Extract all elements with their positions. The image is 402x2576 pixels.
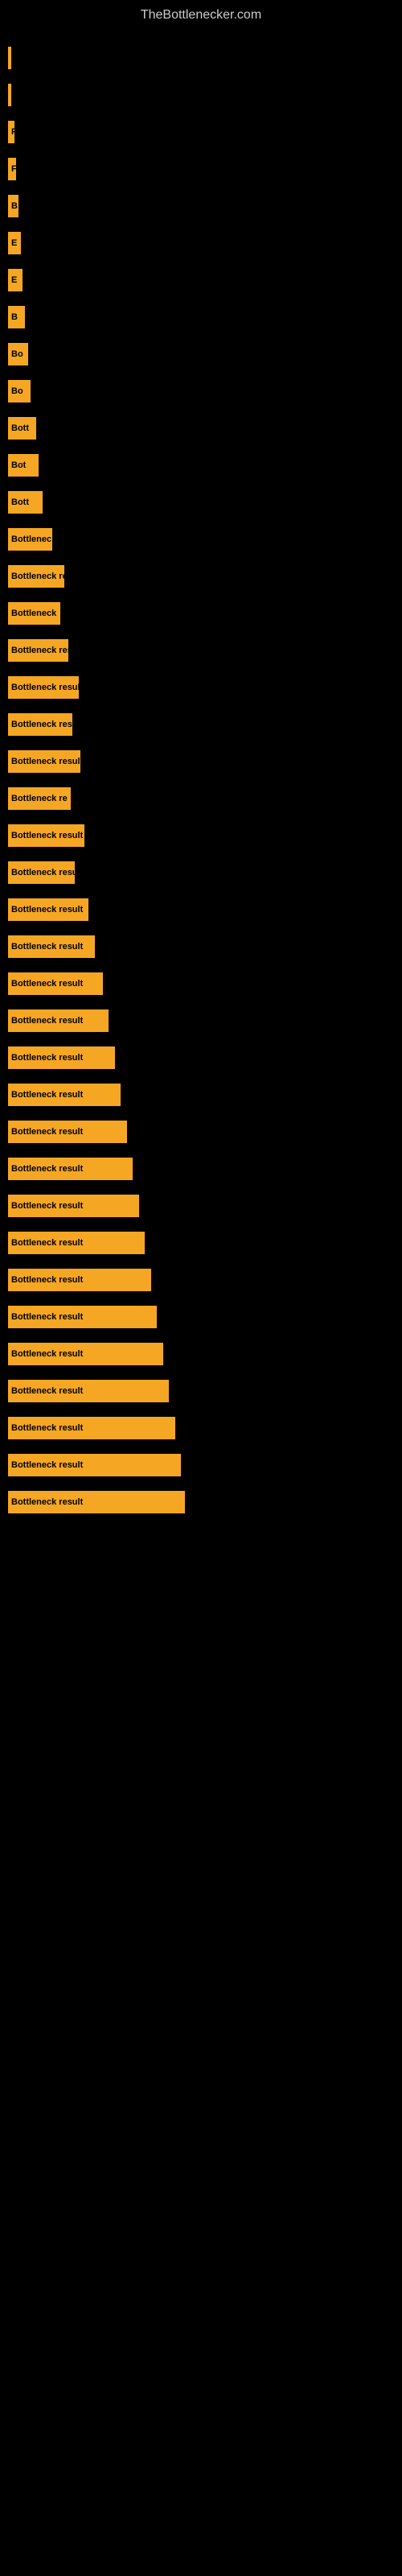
bar-row: Bottleneck	[8, 598, 394, 629]
bar-item: Bottleneck result	[8, 1121, 127, 1143]
bar-item: Bo	[8, 380, 31, 402]
bar-item: Bottleneck result	[8, 1084, 121, 1106]
bar-item: Bottleneck result	[8, 1306, 157, 1328]
bar-row: Bott	[8, 413, 394, 444]
bars-container: FFBEEBBoBoBottBotBottBottlenecBottleneck…	[0, 35, 402, 1532]
bar-row: Bottleneck res	[8, 561, 394, 592]
bar-row: Bottleneck resu	[8, 857, 394, 888]
bar-row: Bottleneck result	[8, 1339, 394, 1369]
bar-item: Bottleneck result	[8, 898, 88, 921]
bar-item: Bottleneck result	[8, 935, 95, 958]
bar-item: Bottleneck result	[8, 1046, 115, 1069]
bar-item	[8, 84, 11, 106]
bar-row: B	[8, 191, 394, 221]
bar-row: Bo	[8, 376, 394, 407]
bar-row: Bottleneck result	[8, 1154, 394, 1184]
bar-row	[8, 80, 394, 110]
bar-row: E	[8, 228, 394, 258]
bar-item: Bottleneck result	[8, 1158, 133, 1180]
bar-item: Bottleneck result	[8, 750, 80, 773]
bar-item: Bottleneck result	[8, 1417, 175, 1439]
bar-row: F	[8, 117, 394, 147]
bar-item: Bottleneck	[8, 602, 60, 625]
bar-row: Bottleneck result	[8, 1042, 394, 1073]
bar-row: Bottleneck result	[8, 1117, 394, 1147]
bar-row	[8, 43, 394, 73]
bar-row: Bottleneck result	[8, 1302, 394, 1332]
bar-item: E	[8, 269, 23, 291]
bar-row: Bottleneck result	[8, 1265, 394, 1295]
bar-item: Bott	[8, 491, 43, 514]
bar-item: E	[8, 232, 21, 254]
bar-item	[8, 47, 11, 69]
bar-row: Bottleneck resu	[8, 709, 394, 740]
bar-row: Bottleneck result	[8, 1413, 394, 1443]
bar-item: Bottleneck result	[8, 1343, 163, 1365]
bar-row: Bottlenec	[8, 524, 394, 555]
bar-item: Bottleneck result	[8, 824, 84, 847]
bar-item: Bottleneck result	[8, 1491, 185, 1513]
bar-item: Bo	[8, 343, 28, 365]
bar-item: Bottleneck result	[8, 1232, 145, 1254]
bar-row: Bottleneck result	[8, 746, 394, 777]
bar-row: F	[8, 154, 394, 184]
page-title: TheBottlenecker.com	[0, 0, 402, 35]
bar-item: Bottleneck res	[8, 565, 64, 588]
bar-row: Bott	[8, 487, 394, 518]
bar-row: B	[8, 302, 394, 332]
bar-row: Bottleneck result	[8, 1080, 394, 1110]
bar-item: Bottlenec	[8, 528, 52, 551]
bar-item: Bottleneck result	[8, 1009, 109, 1032]
bar-row: Bottleneck result	[8, 1228, 394, 1258]
bar-item: B	[8, 195, 18, 217]
bar-item: Bot	[8, 454, 39, 477]
bar-row: E	[8, 265, 394, 295]
bar-row: Bottleneck resu	[8, 635, 394, 666]
bar-row: Bot	[8, 450, 394, 481]
bar-row: Bottleneck result	[8, 1450, 394, 1480]
bar-row: Bottleneck result	[8, 931, 394, 962]
bar-item: Bottleneck result	[8, 972, 103, 995]
bar-item: Bottleneck result	[8, 1269, 151, 1291]
bar-row: Bottleneck result	[8, 968, 394, 999]
bar-row: Bottleneck result	[8, 1191, 394, 1221]
bar-item: Bottleneck resu	[8, 861, 75, 884]
bar-row: Bottleneck result	[8, 1005, 394, 1036]
bar-item: Bottleneck result	[8, 1454, 181, 1476]
bar-item: Bottleneck resu	[8, 713, 72, 736]
bar-item: F	[8, 121, 14, 143]
bar-row: Bottleneck result	[8, 894, 394, 925]
bar-item: B	[8, 306, 25, 328]
bar-item: Bottleneck result	[8, 1195, 139, 1217]
bar-item: Bottleneck result	[8, 676, 79, 699]
bar-item: Bottleneck re	[8, 787, 71, 810]
bar-item: Bott	[8, 417, 36, 440]
bar-item: Bottleneck resu	[8, 639, 68, 662]
bar-row: Bottleneck result	[8, 1487, 394, 1517]
bar-row: Bottleneck re	[8, 783, 394, 814]
bar-item: Bottleneck result	[8, 1380, 169, 1402]
bar-row: Bo	[8, 339, 394, 369]
bar-row: Bottleneck result	[8, 672, 394, 703]
bar-item: F	[8, 158, 16, 180]
bar-row: Bottleneck result	[8, 1376, 394, 1406]
bar-row: Bottleneck result	[8, 820, 394, 851]
